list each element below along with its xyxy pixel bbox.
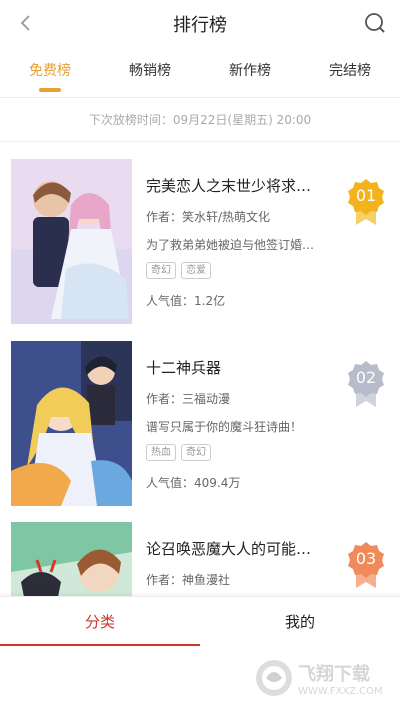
ranking-tabs: 免费榜 畅销榜 新作榜 完结榜 (0, 46, 400, 98)
comic-author: 作者：三福动漫 (146, 392, 231, 406)
rank-badge-gold: 01 (346, 177, 386, 227)
schedule-notice: 下次放榜时间：09月22日(星期五) 20:00 (0, 98, 400, 142)
rank-number: 02 (355, 368, 377, 387)
ranking-item[interactable]: 十二神兵器 作者：三福动漫 谱写只属于你的魔斗狂诗曲！ 热血 奇幻 人气值：40… (0, 341, 400, 509)
genre-tag: 恋爱 (181, 262, 211, 279)
genre-tag: 热血 (146, 444, 176, 461)
bottom-nav: 分类 我的 (0, 596, 400, 647)
nav-category[interactable]: 分类 (0, 611, 200, 632)
comic-tags: 奇幻 恋爱 (146, 262, 211, 279)
rank-badge-bronze: 03 (346, 540, 386, 590)
comic-author: 作者：神鱼漫社 (146, 573, 231, 587)
ranking-item[interactable]: 完美恋人之末世少将求… 作者：笑水轩/热萌文化 为了救弟弟她被迫与他签订婚… 奇… (0, 159, 400, 327)
genre-tag: 奇幻 (146, 262, 176, 279)
genre-tag: 奇幻 (181, 444, 211, 461)
rank-number: 01 (355, 186, 377, 205)
header: 排行榜 (0, 0, 400, 46)
watermark-logo: 飞翔下载 WWW.FXXZ.COM (252, 654, 392, 704)
comic-description: 为了救弟弟她被迫与他签订婚… (146, 238, 315, 252)
comic-cover[interactable] (11, 159, 132, 324)
watermark-text: 飞翔下载 (298, 664, 370, 685)
comic-tags: 热血 奇幻 (146, 444, 211, 461)
comic-title[interactable]: 完美恋人之末世少将求… (146, 175, 331, 196)
rank-number: 03 (355, 549, 377, 568)
comic-title[interactable]: 论召唤恶魔大人的可能… (146, 538, 331, 559)
tab-completed[interactable]: 完结榜 (300, 60, 400, 80)
popularity-value: 人气值：1.2亿 (146, 294, 226, 308)
comic-cover[interactable] (11, 341, 132, 506)
tab-free[interactable]: 免费榜 (0, 60, 100, 80)
comic-title[interactable]: 十二神兵器 (146, 357, 331, 378)
tab-active-indicator (39, 88, 61, 92)
search-icon (365, 13, 385, 33)
search-button[interactable] (360, 8, 390, 38)
tab-bestseller[interactable]: 畅销榜 (100, 60, 200, 80)
tab-new[interactable]: 新作榜 (200, 60, 300, 80)
rank-badge-silver: 02 (346, 359, 386, 409)
watermark-url: WWW.FXXZ.COM (298, 686, 383, 697)
comic-description: 谱写只属于你的魔斗狂诗曲！ (146, 420, 303, 434)
nav-mine[interactable]: 我的 (200, 611, 400, 632)
page-title: 排行榜 (173, 15, 227, 36)
popularity-value: 人气值：409.4万 (146, 476, 241, 490)
comic-author: 作者：笑水轩/热萌文化 (146, 210, 271, 224)
footer-area: 飞翔下载 WWW.FXXZ.COM (0, 646, 400, 711)
